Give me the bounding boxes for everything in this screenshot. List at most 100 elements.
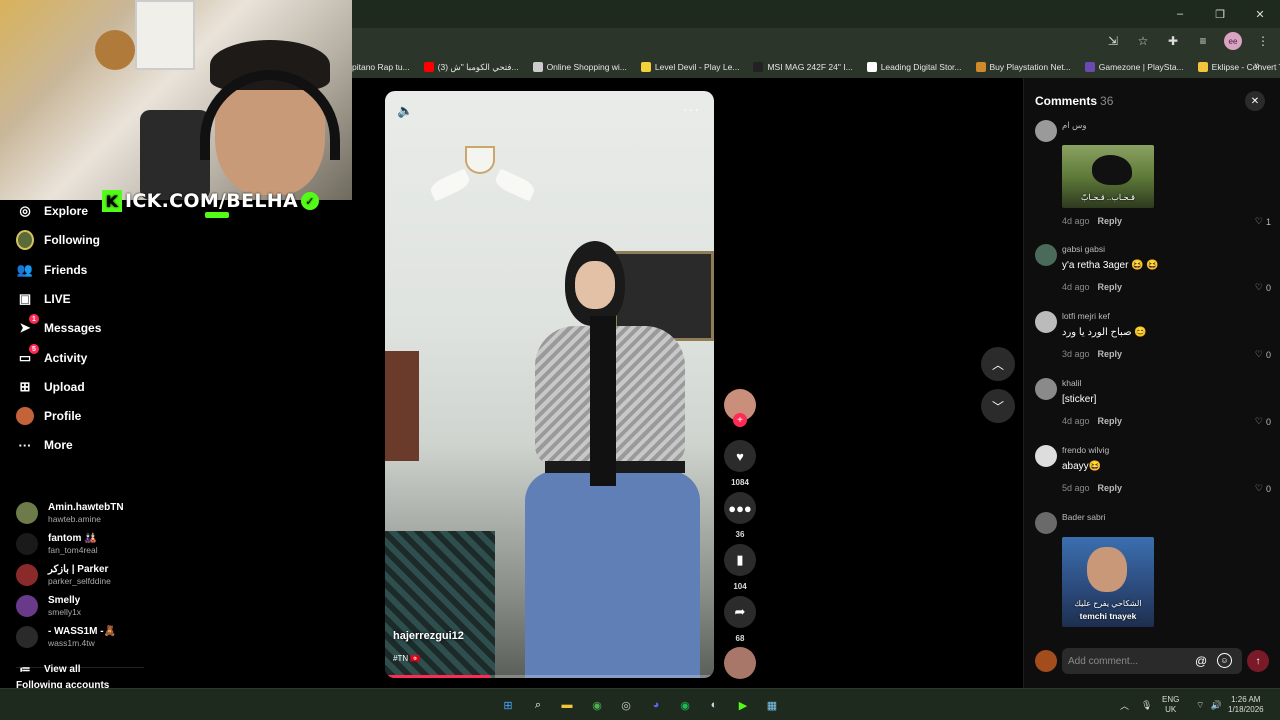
comment-icon[interactable]: ●●●: [724, 492, 756, 524]
following-account[interactable]: fantom 🎎 fan_tom4real: [16, 533, 98, 555]
comment-username[interactable]: وس ام: [1062, 120, 1086, 131]
bookshelf: [385, 351, 419, 461]
heart-icon[interactable]: ♥: [724, 440, 756, 472]
reply-button[interactable]: Reply: [1098, 483, 1123, 493]
follow-button[interactable]: +: [733, 413, 747, 427]
volume-icon[interactable]: 🔈: [397, 103, 413, 119]
comment-like-button[interactable]: ♡ 0: [1255, 416, 1271, 427]
start-icon[interactable]: ⊞: [498, 695, 518, 715]
install-app-icon[interactable]: ⇲: [1104, 32, 1122, 50]
sidebar-item-upload[interactable]: ⊞ Upload: [16, 378, 85, 396]
following-account[interactable]: Smelly smelly1x: [16, 595, 81, 617]
minimize-button[interactable]: –: [1160, 0, 1200, 28]
like-action[interactable]: ♥ 1084: [724, 440, 756, 487]
clock[interactable]: 1:26 AM 1/18/2026: [1228, 695, 1264, 715]
sidebar-item-profile[interactable]: Profile: [16, 407, 81, 425]
send-comment-button[interactable]: ↑: [1247, 650, 1269, 672]
view-all-button[interactable]: ≔ View all: [16, 660, 81, 678]
reply-button[interactable]: Reply: [1098, 216, 1123, 226]
file-explorer-icon[interactable]: ▬: [557, 695, 577, 715]
following-account[interactable]: Amin.hawtebTN hawteb.amine: [16, 502, 124, 524]
language-indicator[interactable]: ENG UK: [1162, 695, 1179, 715]
media-controls-icon[interactable]: ≡: [1194, 32, 1212, 50]
photos-icon[interactable]: ▦: [762, 695, 782, 715]
comment-avatar[interactable]: [1035, 244, 1057, 266]
comment-sticker-man[interactable]: الشكاحي يفرح عليك temchi tnayek: [1062, 537, 1154, 627]
search-icon[interactable]: ⌕: [528, 695, 548, 715]
restore-button[interactable]: ❐: [1200, 0, 1240, 28]
tray-overflow-icon[interactable]: ︿: [1120, 699, 1129, 712]
comment-avatar[interactable]: [1035, 512, 1057, 534]
sidebar-item-explore[interactable]: ◎ Explore: [16, 202, 88, 220]
comment-like-button[interactable]: ♡ 0: [1255, 282, 1271, 293]
bookmark-item[interactable]: Leading Digital Stor...: [866, 62, 962, 72]
sidebar-item-following[interactable]: Following: [16, 230, 100, 250]
bookmark-star-icon[interactable]: ☆: [1134, 32, 1152, 50]
share-action[interactable]: ➦ 68: [724, 596, 756, 643]
spotify-icon[interactable]: ◉: [675, 695, 695, 715]
discord-icon[interactable]: ◕: [646, 695, 666, 715]
guitar: [95, 30, 135, 70]
following-account[interactable]: - WASS1M -🧸 wass1m.4tw: [16, 626, 116, 648]
previous-video-button[interactable]: ︿: [981, 347, 1015, 381]
video-author[interactable]: hajerrezgui12: [393, 630, 464, 642]
chrome-icon[interactable]: ◉: [587, 695, 607, 715]
save-action[interactable]: ▮ 104: [724, 544, 756, 591]
extensions-icon[interactable]: ✚: [1164, 32, 1182, 50]
comment-username[interactable]: Bader sabri: [1062, 512, 1105, 522]
bookmark-item[interactable]: MSI MAG 242F 24" I...: [753, 62, 853, 72]
bookmark-item[interactable]: Level Devil - Play Le...: [640, 62, 740, 72]
comment-like-button[interactable]: ♡ 0: [1255, 349, 1271, 360]
close-window-button[interactable]: ✕: [1240, 0, 1280, 28]
share-icon[interactable]: ➦: [724, 596, 756, 628]
reply-button[interactable]: Reply: [1098, 282, 1123, 292]
bookmark-icon[interactable]: ▮: [724, 544, 756, 576]
bookmark-item[interactable]: Online Shopping wi...: [532, 62, 627, 72]
more-bookmarks-button[interactable]: »: [1254, 60, 1260, 72]
bookmark-label: Leading Digital Stor...: [880, 62, 962, 72]
reply-button[interactable]: Reply: [1098, 349, 1123, 359]
music-disc-avatar[interactable]: [724, 647, 756, 679]
next-video-button[interactable]: ﹀: [981, 389, 1015, 423]
comment-username[interactable]: frendo wilvig: [1062, 445, 1109, 455]
sidebar-item-live[interactable]: ▣ LIVE: [16, 290, 71, 308]
microphone-icon[interactable]: 🎙: [1141, 700, 1152, 711]
bookmark-label: Level Devil - Play Le...: [654, 62, 740, 72]
comment-sticker-crow[interactable]: قـحـاب.. قـحـابّ: [1062, 145, 1154, 208]
sidebar-item-activity[interactable]: ▭ 5 Activity: [16, 344, 87, 367]
video-player[interactable]: 🔈 ··· hajerrezgui12 #TN 🇹🇳: [385, 91, 714, 678]
bookmark-item[interactable]: (3) فتحي الكومبا "ش...: [423, 62, 519, 73]
video-progress-bar[interactable]: [385, 675, 714, 678]
comment-action[interactable]: ●●● 36: [724, 492, 756, 539]
comment-username[interactable]: khalil: [1062, 378, 1081, 388]
comment-avatar[interactable]: [1035, 445, 1057, 467]
comment-avatar[interactable]: [1035, 120, 1057, 142]
comment-input[interactable]: [1062, 648, 1242, 674]
comment-username[interactable]: lotfi mejri kef: [1062, 311, 1110, 321]
kebab-menu-icon[interactable]: ⋮: [1254, 32, 1272, 50]
reply-button[interactable]: Reply: [1098, 416, 1123, 426]
bookmark-item[interactable]: pitano Rap tu...: [352, 62, 410, 72]
video-more-icon[interactable]: ···: [683, 101, 700, 117]
sidebar-item-messages[interactable]: ➤ 1 Messages: [16, 314, 101, 337]
obs-icon[interactable]: ◎: [616, 695, 636, 715]
comment-like-button[interactable]: ♡ 0: [1255, 483, 1271, 494]
network-volume-tray[interactable]: ⌔ 🔊: [1196, 689, 1222, 720]
close-comments-button[interactable]: ✕: [1245, 91, 1265, 111]
sidebar-item-friends[interactable]: 👥 Friends: [16, 261, 87, 279]
following-account[interactable]: بازكر | Parker parker_selfddine: [16, 564, 111, 586]
profile-avatar[interactable]: ee: [1224, 32, 1242, 50]
emoji-icon[interactable]: ☺: [1217, 653, 1232, 668]
video-hashtags[interactable]: #TN 🇹🇳: [393, 654, 420, 663]
steam-icon[interactable]: ◐: [704, 695, 724, 715]
bookmark-item[interactable]: Eklipse - Convert Tw...: [1197, 62, 1280, 72]
sidebar-item-more[interactable]: ··· More: [16, 436, 73, 454]
bookmark-item[interactable]: Buy Playstation Net...: [975, 62, 1071, 72]
comment-username[interactable]: gabsi gabsi: [1062, 244, 1105, 254]
mention-icon[interactable]: @: [1195, 654, 1207, 668]
kick-app-icon[interactable]: ▶: [733, 695, 753, 715]
comment-avatar[interactable]: [1035, 378, 1057, 400]
comment-avatar[interactable]: [1035, 311, 1057, 333]
bookmark-item[interactable]: Gamezone | PlaySta...: [1084, 62, 1184, 72]
comment-like-button[interactable]: ♡ 1: [1255, 216, 1271, 227]
